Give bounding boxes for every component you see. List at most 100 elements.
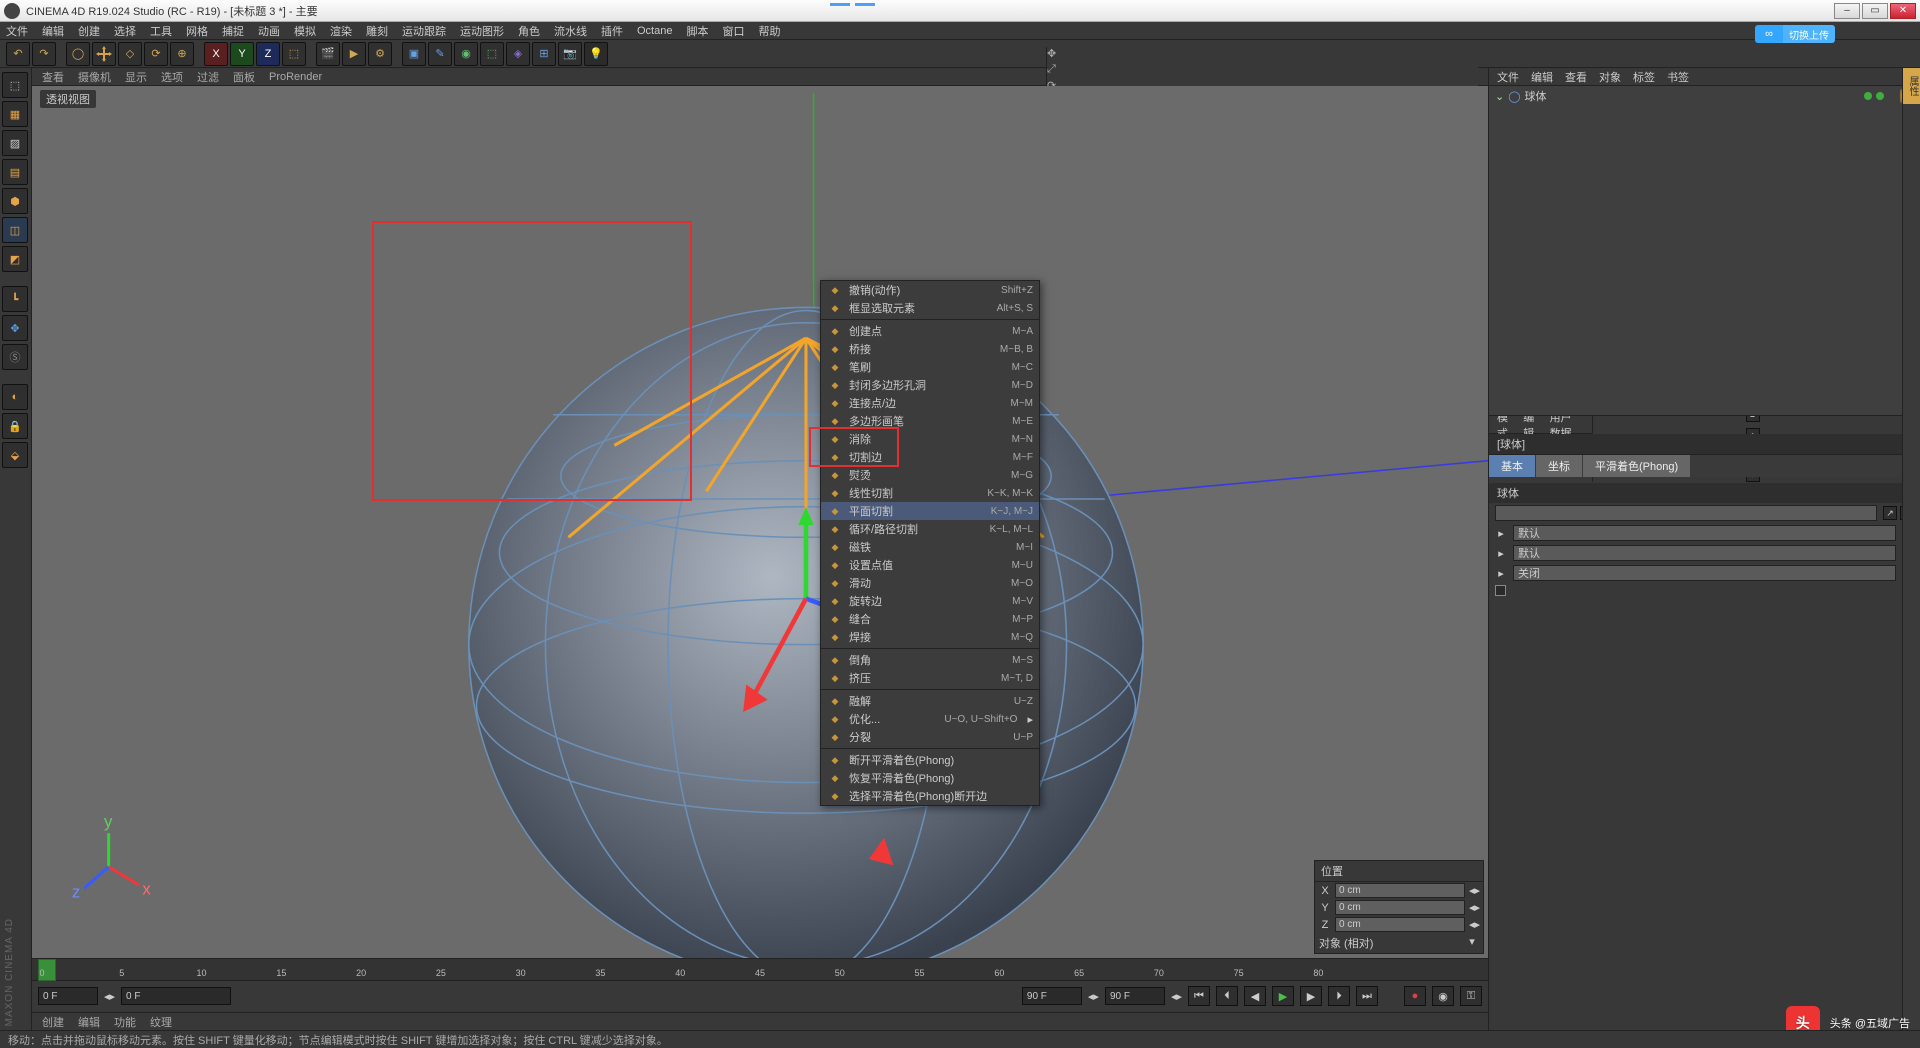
ctx-多边形画笔[interactable]: ◆多边形画笔M~E (821, 412, 1039, 430)
prev-key[interactable]: ⏴ (1216, 986, 1238, 1006)
attr-visrender[interactable]: 关闭 (1513, 565, 1896, 581)
environment[interactable]: ⊞ (532, 42, 556, 66)
ctx-框显选取元素[interactable]: ◆框显选取元素Alt+S, S (821, 299, 1039, 317)
vmenu-面板[interactable]: 面板 (233, 69, 255, 85)
coord-x[interactable]: 0 cm (1335, 883, 1465, 898)
generator-nurbs[interactable]: ◉ (454, 42, 478, 66)
vp-nav-icon[interactable]: ✥ (1047, 47, 1059, 59)
ctx-创建点[interactable]: ◆创建点M~A (821, 322, 1039, 340)
vmenu-ProRender[interactable]: ProRender (269, 71, 322, 83)
attr-layer[interactable]: 默认 (1513, 525, 1896, 541)
ctx-优化...[interactable]: ◆优化...U~O, U~Shift+O▸ (821, 710, 1039, 728)
rotate-tool[interactable]: ⟳ (144, 42, 168, 66)
menu-动画[interactable]: 动画 (258, 23, 280, 39)
om-编辑[interactable]: 编辑 (1531, 69, 1553, 85)
edge-mode[interactable]: ◫ (2, 217, 28, 243)
tweak-mode[interactable]: ⬙ (2, 442, 28, 468)
material-tabs[interactable]: 创建编辑功能纹理 (32, 1012, 1488, 1030)
coord-y[interactable]: 0 cm (1335, 900, 1465, 915)
timeline-ruler[interactable]: 05101520253035404550556065707580 (32, 959, 1488, 981)
vp-zoom-icon[interactable]: ⤢ (1047, 63, 1059, 75)
prev-frame[interactable]: ◀ (1244, 986, 1266, 1006)
next-frame[interactable]: ▶ (1300, 986, 1322, 1006)
frame-range-start[interactable]: 0 F (121, 987, 231, 1005)
ctx-缝合[interactable]: ◆缝合M~P (821, 610, 1039, 628)
context-menu[interactable]: ◆撤销(动作)Shift+Z◆框显选取元素Alt+S, S◆创建点M~A◆桥接M… (820, 280, 1040, 806)
menu-创建[interactable]: 创建 (78, 23, 100, 39)
tree-row-sphere[interactable]: ⌄ ◯ 球体 (1489, 86, 1920, 106)
goto-start[interactable]: ⏮ (1188, 986, 1210, 1006)
next-key[interactable]: ⏵ (1328, 986, 1350, 1006)
axis-z-toggle[interactable]: Z (256, 42, 280, 66)
undo-button[interactable]: ↶ (6, 42, 30, 66)
generator-array[interactable]: ⬚ (480, 42, 504, 66)
om-书签[interactable]: 书签 (1667, 69, 1689, 85)
axis-x-toggle[interactable]: X (204, 42, 228, 66)
om-查看[interactable]: 查看 (1565, 69, 1587, 85)
ctx-分裂[interactable]: ◆分裂U~P (821, 728, 1039, 746)
model-mode[interactable]: ▦ (2, 101, 28, 127)
frame-range-end[interactable]: 90 F (1105, 987, 1165, 1005)
record-button[interactable]: ● (1404, 986, 1426, 1006)
viewport-menubar[interactable]: 查看摄像机显示选项过滤面板ProRender ✥ ⤢ ⟳ ▭ (32, 68, 1488, 86)
make-editable[interactable]: ⬚ (2, 72, 28, 98)
ctx-线性切割[interactable]: ◆线性切割K~K, M~K (821, 484, 1039, 502)
menu-窗口[interactable]: 窗口 (722, 23, 744, 39)
ctx-切割边[interactable]: ◆切割边M~F (821, 448, 1039, 466)
main-menubar[interactable]: 文件编辑创建选择工具网格捕捉动画模拟渲染雕刻运动跟踪运动图形角色流水线插件Oct… (0, 22, 1920, 40)
visibility-render-dot[interactable] (1876, 92, 1884, 100)
render-settings[interactable]: ⚙ (368, 42, 392, 66)
menu-运动跟踪[interactable]: 运动跟踪 (402, 23, 446, 39)
menu-角色[interactable]: 角色 (518, 23, 540, 39)
maximize-button[interactable]: ▭ (1862, 3, 1888, 19)
ctx-熨烫[interactable]: ◆熨烫M~G (821, 466, 1039, 484)
right-strip-tab[interactable]: 属性 (1903, 68, 1920, 104)
coord-system[interactable]: ⬚ (282, 42, 306, 66)
deformer[interactable]: ◈ (506, 42, 530, 66)
ctx-消除[interactable]: ◆消除M~N (821, 430, 1039, 448)
close-button[interactable]: ✕ (1890, 3, 1916, 19)
keyframe-opts[interactable]: ⚿ (1460, 986, 1482, 1006)
ctx-滑动[interactable]: ◆滑动M~O (821, 574, 1039, 592)
om-文件[interactable]: 文件 (1497, 69, 1519, 85)
scale-tool[interactable]: ◇ (118, 42, 142, 66)
camera[interactable]: 📷 (558, 42, 582, 66)
btab-纹理[interactable]: 纹理 (150, 1014, 172, 1030)
primitive-cube[interactable]: ▣ (402, 42, 426, 66)
axis-tool[interactable]: ┗ (2, 286, 28, 312)
menu-帮助[interactable]: 帮助 (758, 23, 780, 39)
ctx-旋转边[interactable]: ◆旋转边M~V (821, 592, 1039, 610)
axis-y-toggle[interactable]: Y (230, 42, 254, 66)
attr-field-name[interactable] (1495, 505, 1877, 521)
play-button[interactable]: ▶ (1272, 986, 1294, 1006)
ctx-笔刷[interactable]: ◆笔刷M~C (821, 358, 1039, 376)
menu-编辑[interactable]: 编辑 (42, 23, 64, 39)
recent-tool[interactable]: ⊕ (170, 42, 194, 66)
workplane-mode[interactable]: ▤ (2, 159, 28, 185)
frame-start[interactable]: 0 F (38, 987, 98, 1005)
attribute-menubar[interactable]: 模式编辑用户数据 ◂ ▸ ▴ ⌂ 🔒 ⚙ (1489, 416, 1920, 434)
menu-雕刻[interactable]: 雕刻 (366, 23, 388, 39)
ctx-融解[interactable]: ◆融解U~Z (821, 692, 1039, 710)
menu-文件[interactable]: 文件 (6, 23, 28, 39)
point-mode[interactable]: ⬢ (2, 188, 28, 214)
softselect[interactable]: 🔒 (2, 413, 28, 439)
om-对象[interactable]: 对象 (1599, 69, 1621, 85)
render-view[interactable]: 🎬 (316, 42, 340, 66)
goto-end[interactable]: ⏭ (1356, 986, 1378, 1006)
visibility-editor-dot[interactable] (1864, 92, 1872, 100)
menu-选择[interactable]: 选择 (114, 23, 136, 39)
tab-basic[interactable]: 基本 (1489, 455, 1535, 477)
menu-捕捉[interactable]: 捕捉 (222, 23, 244, 39)
snap-settings[interactable]: Ⓢ (2, 344, 28, 370)
menu-脚本[interactable]: 脚本 (686, 23, 708, 39)
viewport[interactable]: 透视视图 (32, 86, 1488, 958)
ctx-撤销(动作)[interactable]: ◆撤销(动作)Shift+Z (821, 281, 1039, 299)
tree-object-name[interactable]: 球体 (1525, 88, 1547, 104)
minimize-button[interactable]: – (1834, 3, 1860, 19)
vmenu-显示[interactable]: 显示 (125, 69, 147, 85)
move-tool[interactable] (92, 42, 116, 66)
btab-功能[interactable]: 功能 (114, 1014, 136, 1030)
attr-checkbox[interactable] (1495, 585, 1506, 596)
select-tool[interactable]: ◯ (66, 42, 90, 66)
